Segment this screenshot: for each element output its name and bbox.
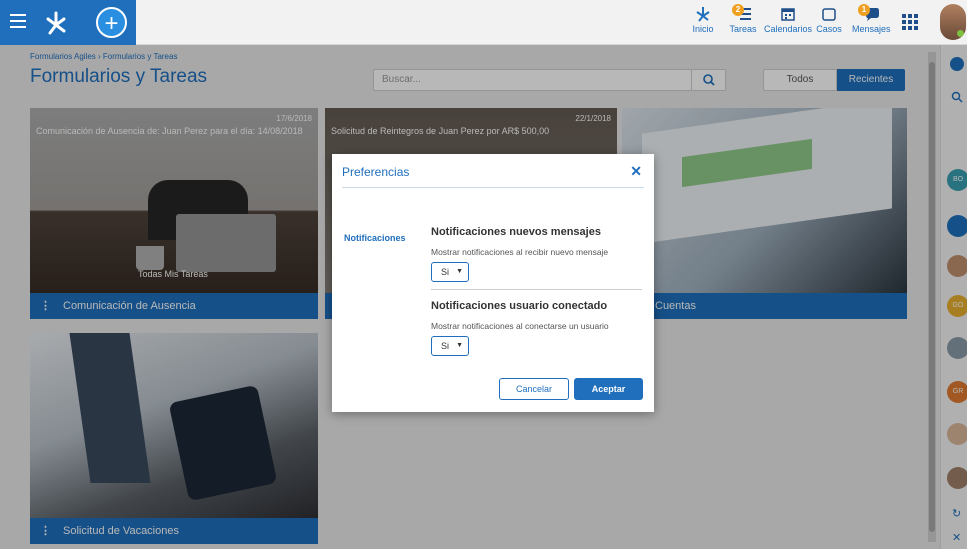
preferences-dialog: Preferencias ✕ Notificaciones Notificaci… (332, 154, 654, 412)
accept-button[interactable]: Aceptar (574, 378, 643, 400)
select-value: Si (441, 341, 450, 351)
add-button[interactable]: + (96, 7, 127, 38)
dialog-divider (342, 187, 644, 188)
notifications-tab[interactable]: Notificaciones (344, 233, 406, 243)
nav-casos-label: Casos (816, 24, 842, 34)
section-title: Notificaciones nuevos mensajes (431, 226, 601, 238)
nav-mensajes[interactable]: 1 Mensajes (852, 4, 891, 44)
cancel-button[interactable]: Cancelar (499, 378, 569, 400)
home-icon (696, 7, 710, 22)
nav-calendarios[interactable]: Calendarios (764, 6, 812, 44)
nav-mensajes-label: Mensajes (852, 24, 891, 34)
user-connected-select[interactable]: Si ▼ (431, 336, 469, 356)
menu-icon[interactable] (10, 14, 26, 30)
section-divider (431, 289, 642, 290)
select-value: Si (441, 267, 450, 277)
online-status-dot (957, 30, 964, 37)
logo-icon[interactable] (42, 9, 70, 37)
apps-grid-icon[interactable] (902, 14, 918, 30)
new-messages-select[interactable]: Si ▼ (431, 262, 469, 282)
nav-inicio[interactable]: Inicio (690, 6, 716, 44)
brand-area: + (0, 0, 136, 45)
user-avatar[interactable] (940, 4, 966, 40)
caret-down-icon: ▼ (456, 342, 463, 349)
calendar-icon (781, 8, 795, 21)
close-icon[interactable]: ✕ (630, 163, 642, 180)
caret-down-icon: ▼ (456, 268, 463, 275)
dialog-title: Preferencias (342, 165, 410, 179)
cases-icon (822, 8, 836, 21)
section-description: Mostrar notificaciones al recibir nuevo … (431, 247, 609, 257)
section-title: Notificaciones usuario conectado (431, 300, 608, 312)
nav-calendarios-label: Calendarios (764, 24, 813, 34)
nav-tareas[interactable]: 2 Tareas (728, 4, 758, 44)
tasks-badge: 2 (732, 4, 744, 16)
nav-casos[interactable]: Casos (816, 6, 842, 44)
messages-badge: 1 (858, 4, 870, 16)
top-bar: + Inicio 2 Tareas Calendarios Casos 1 Me… (0, 0, 967, 45)
nav-inicio-label: Inicio (692, 24, 714, 34)
section-description: Mostrar notificaciones al conectarse un … (431, 321, 609, 331)
nav-tareas-label: Tareas (729, 24, 757, 34)
